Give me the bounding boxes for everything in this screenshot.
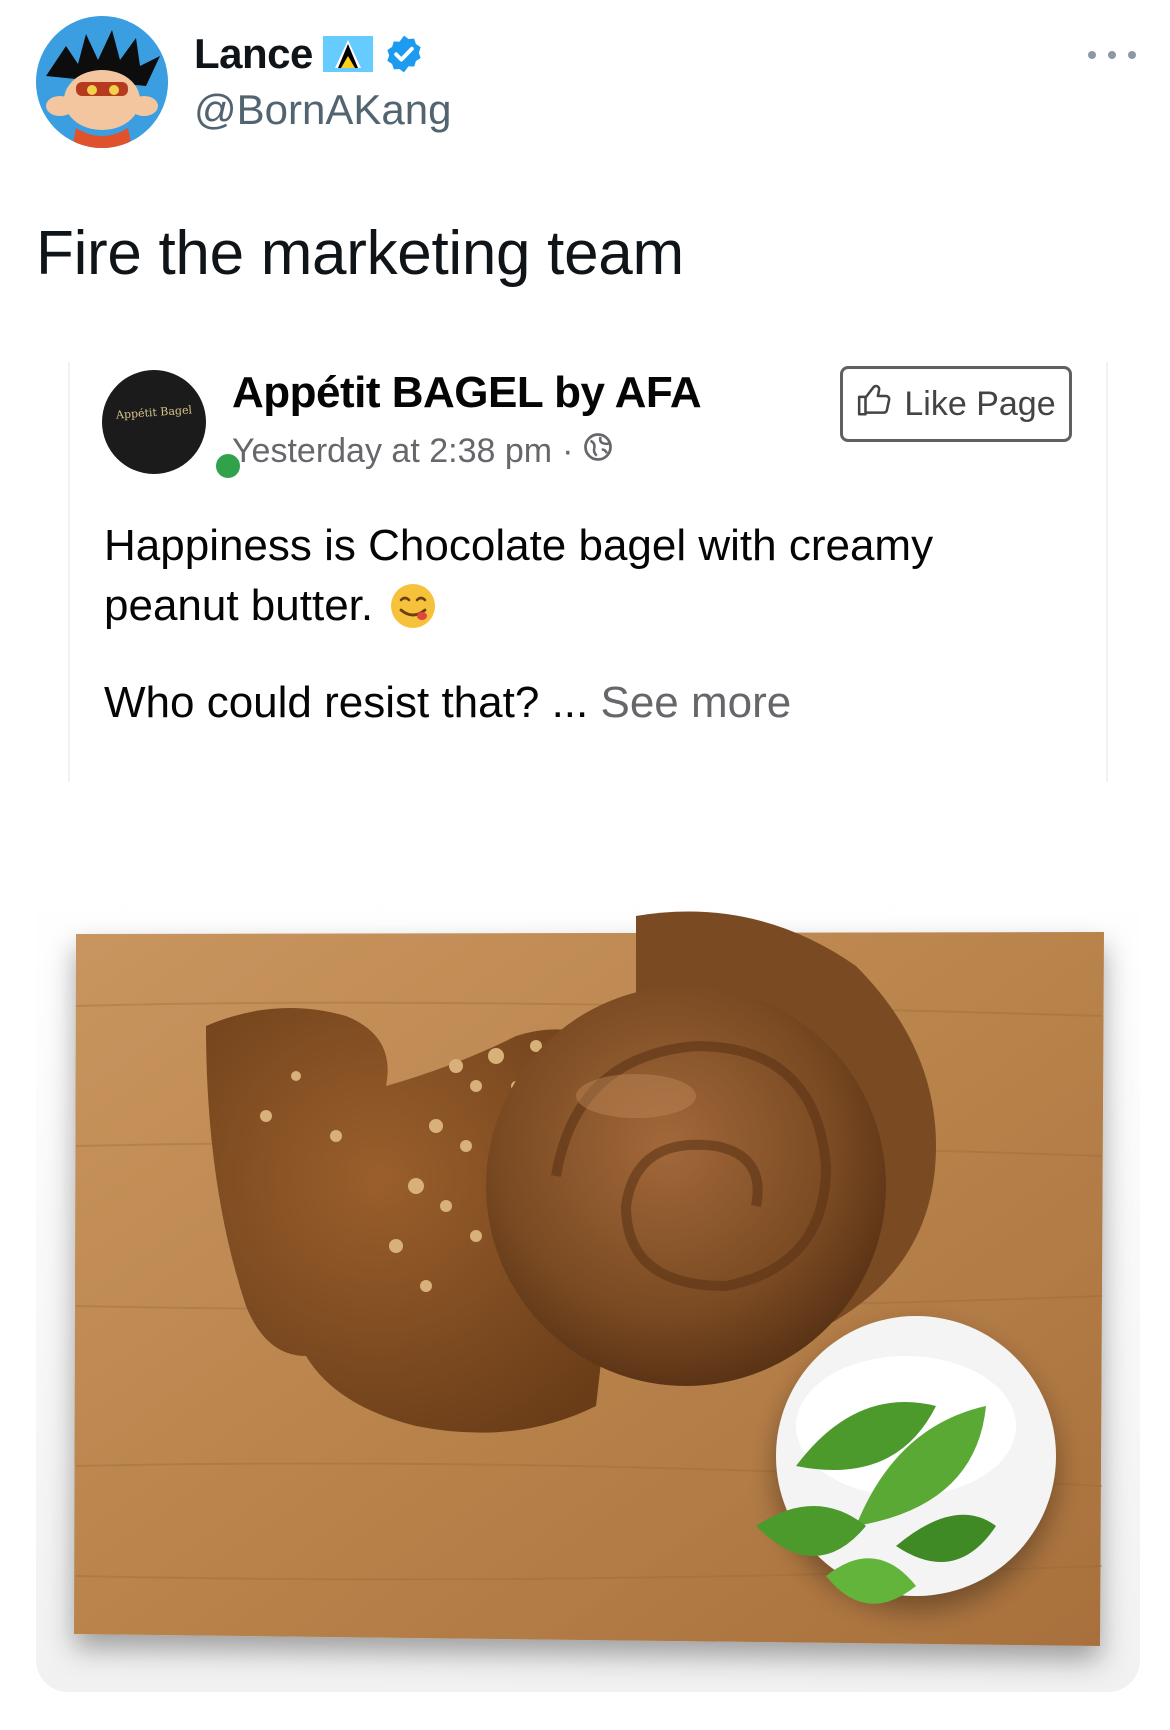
globe-icon <box>583 432 613 471</box>
smiling-emoji-icon <box>389 582 437 630</box>
post-meta: Yesterday at 2:38 pm · <box>232 432 613 471</box>
page-avatar: Appétit Bagel <box>102 370 244 482</box>
user-name-row: Lance <box>194 30 425 78</box>
more-icon[interactable] <box>1082 38 1142 68</box>
meta-separator: · <box>562 432 574 470</box>
post-photo[interactable] <box>36 886 1140 1692</box>
like-page-button: Like Page <box>840 366 1072 442</box>
post-ellipsis: ... <box>551 678 589 727</box>
display-name[interactable]: Lance <box>194 30 313 78</box>
see-more-link: See more <box>600 678 792 727</box>
tweet: Lance @BornAKang Fire the marketing team… <box>0 0 1170 1730</box>
page-avatar-logo: Appétit Bagel <box>115 403 193 422</box>
page-name: Appétit BAGEL by AFA <box>232 368 702 417</box>
post-body-line: peanut butter. <box>104 581 374 630</box>
post-time: Yesterday at 2:38 pm <box>232 432 553 470</box>
post-question-line: Who could resist that? ... See more <box>104 678 791 728</box>
user-handle[interactable]: @BornAKang <box>194 86 451 134</box>
thumbs-up-icon <box>856 381 894 428</box>
user-avatar[interactable] <box>36 16 168 148</box>
post-body-line-2: peanut butter. <box>104 576 1064 636</box>
post-question: Who could resist that? <box>104 678 540 727</box>
post-body-line: Happiness is Chocolate bagel with creamy <box>104 521 934 570</box>
post-body: Happiness is Chocolate bagel with creamy… <box>104 516 1064 636</box>
saint-lucia-flag-icon <box>322 36 373 72</box>
verified-badge-icon <box>383 33 425 75</box>
tweet-text: Fire the marketing team <box>36 219 684 288</box>
embedded-post-card: Appétit Bagel Appétit BAGEL by AFA Yeste… <box>68 362 1108 782</box>
like-page-label: Like Page <box>904 384 1056 423</box>
